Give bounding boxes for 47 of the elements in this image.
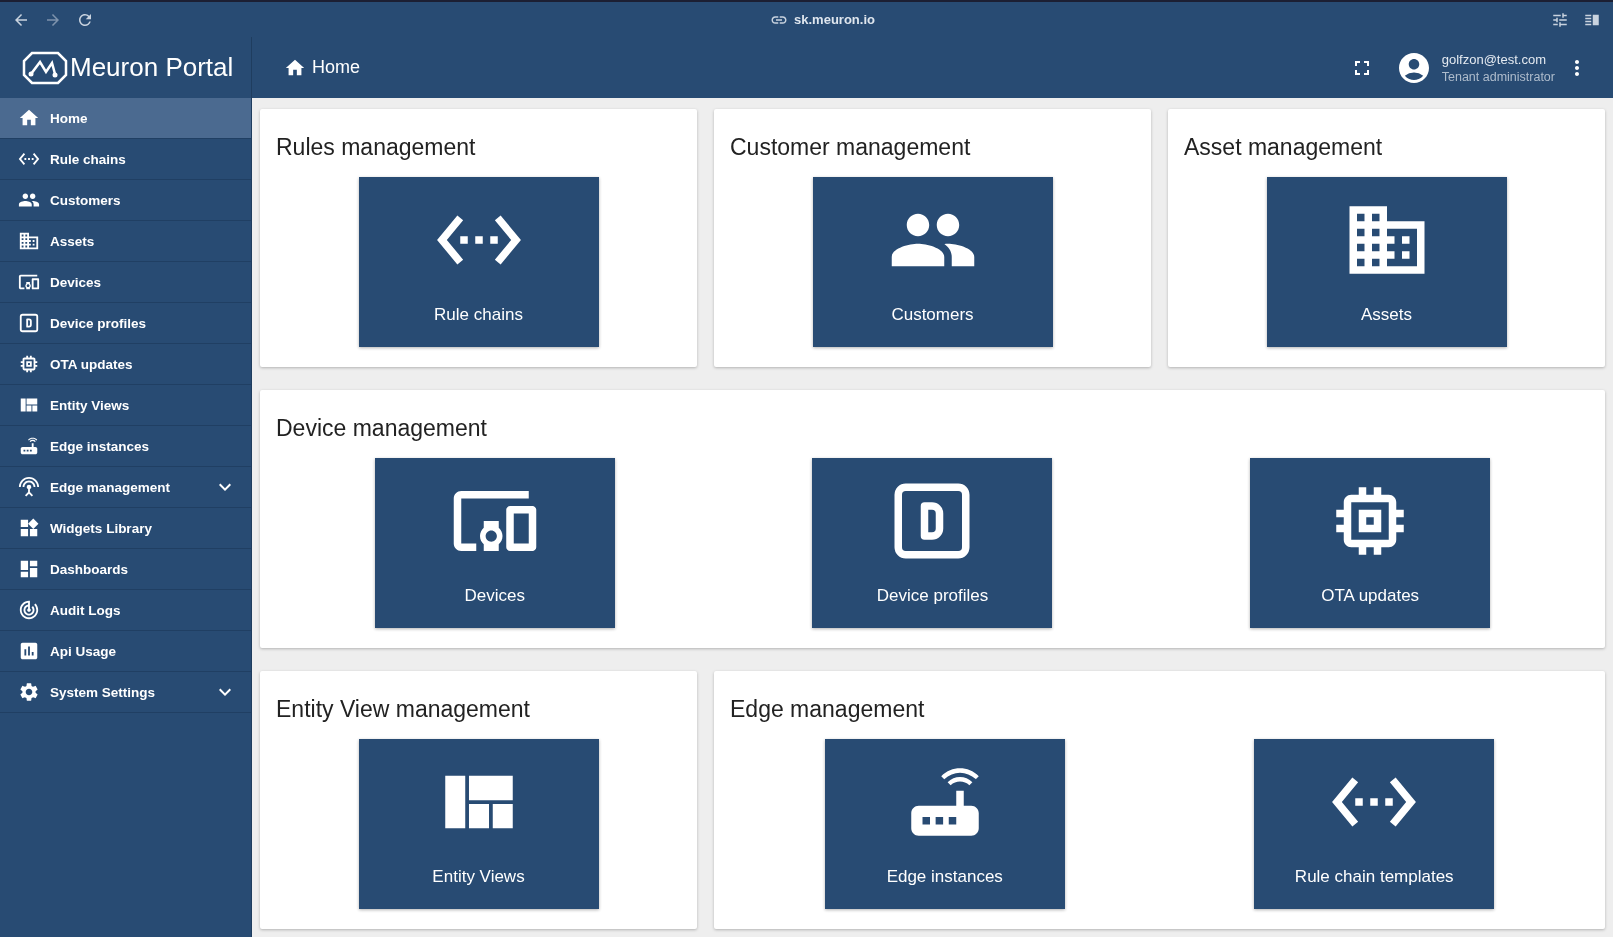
- chip-icon: [18, 353, 40, 375]
- section-title: Customer management: [730, 134, 972, 161]
- app-title: Meuron Portal: [70, 52, 234, 83]
- url-text[interactable]: sk.meuron.io: [794, 12, 875, 27]
- shortcut-tile[interactable]: Entity Views: [358, 739, 599, 909]
- building-icon: [18, 230, 40, 252]
- sidebar-item[interactable]: Dashboards: [0, 549, 251, 590]
- section-title: Entity View management: [276, 696, 531, 723]
- shortcut-tile[interactable]: Device profiles: [812, 458, 1053, 628]
- shortcut-tile[interactable]: OTA updates: [1250, 458, 1491, 628]
- sidebar-item[interactable]: Customers: [0, 180, 251, 221]
- sliders-icon[interactable]: [1551, 10, 1569, 29]
- shortcut-tile[interactable]: Rule chain templates: [1254, 739, 1495, 909]
- sidebar-item[interactable]: OTA updates: [0, 344, 251, 385]
- router-icon: [18, 435, 40, 457]
- sidebar-item[interactable]: Widgets Library: [0, 508, 251, 549]
- radar-icon: [18, 599, 40, 621]
- section-title: Device management: [276, 415, 488, 442]
- logo-icon: [22, 49, 68, 86]
- sidebar-item[interactable]: Rule chains: [0, 139, 251, 180]
- user-role: Tenant administrator: [1441, 69, 1555, 84]
- sidebar-item[interactable]: Home: [0, 98, 251, 139]
- shortcut-tile[interactable]: Customers: [812, 177, 1053, 347]
- antenna-icon: [18, 476, 40, 498]
- breadcrumb[interactable]: Home: [312, 57, 360, 78]
- user-email: golfzon@test.com: [1441, 51, 1547, 67]
- shortcut-tile[interactable]: Devices: [374, 458, 615, 628]
- shortcut-tile[interactable]: Assets: [1266, 177, 1507, 347]
- sidebar-item[interactable]: Audit Logs: [0, 590, 251, 631]
- widgets-icon: [18, 517, 40, 539]
- sidebar-item[interactable]: Edge instances: [0, 426, 251, 467]
- sidebar-item[interactable]: Entity Views: [0, 385, 251, 426]
- sidebar-item[interactable]: Api Usage: [0, 631, 251, 672]
- section-title: Rules management: [276, 134, 477, 161]
- section-title: Asset management: [1184, 134, 1384, 161]
- shortcut-tile[interactable]: Edge instances: [824, 739, 1065, 909]
- sidebar-item[interactable]: Assets: [0, 221, 251, 262]
- sidebar-item[interactable]: Devices: [0, 262, 251, 303]
- settings-icon: [18, 681, 40, 703]
- letter-square-icon: [18, 312, 40, 334]
- sidebar-item[interactable]: Edge management: [0, 467, 251, 508]
- sidebar-item[interactable]: System Settings: [0, 672, 251, 713]
- shortcut-tile[interactable]: Rule chains: [358, 177, 599, 347]
- dashboard-icon: [18, 558, 40, 580]
- sidebar-item[interactable]: Device profiles: [0, 303, 251, 344]
- section-title: Edge management: [730, 696, 926, 723]
- bar-chart-icon: [18, 640, 40, 662]
